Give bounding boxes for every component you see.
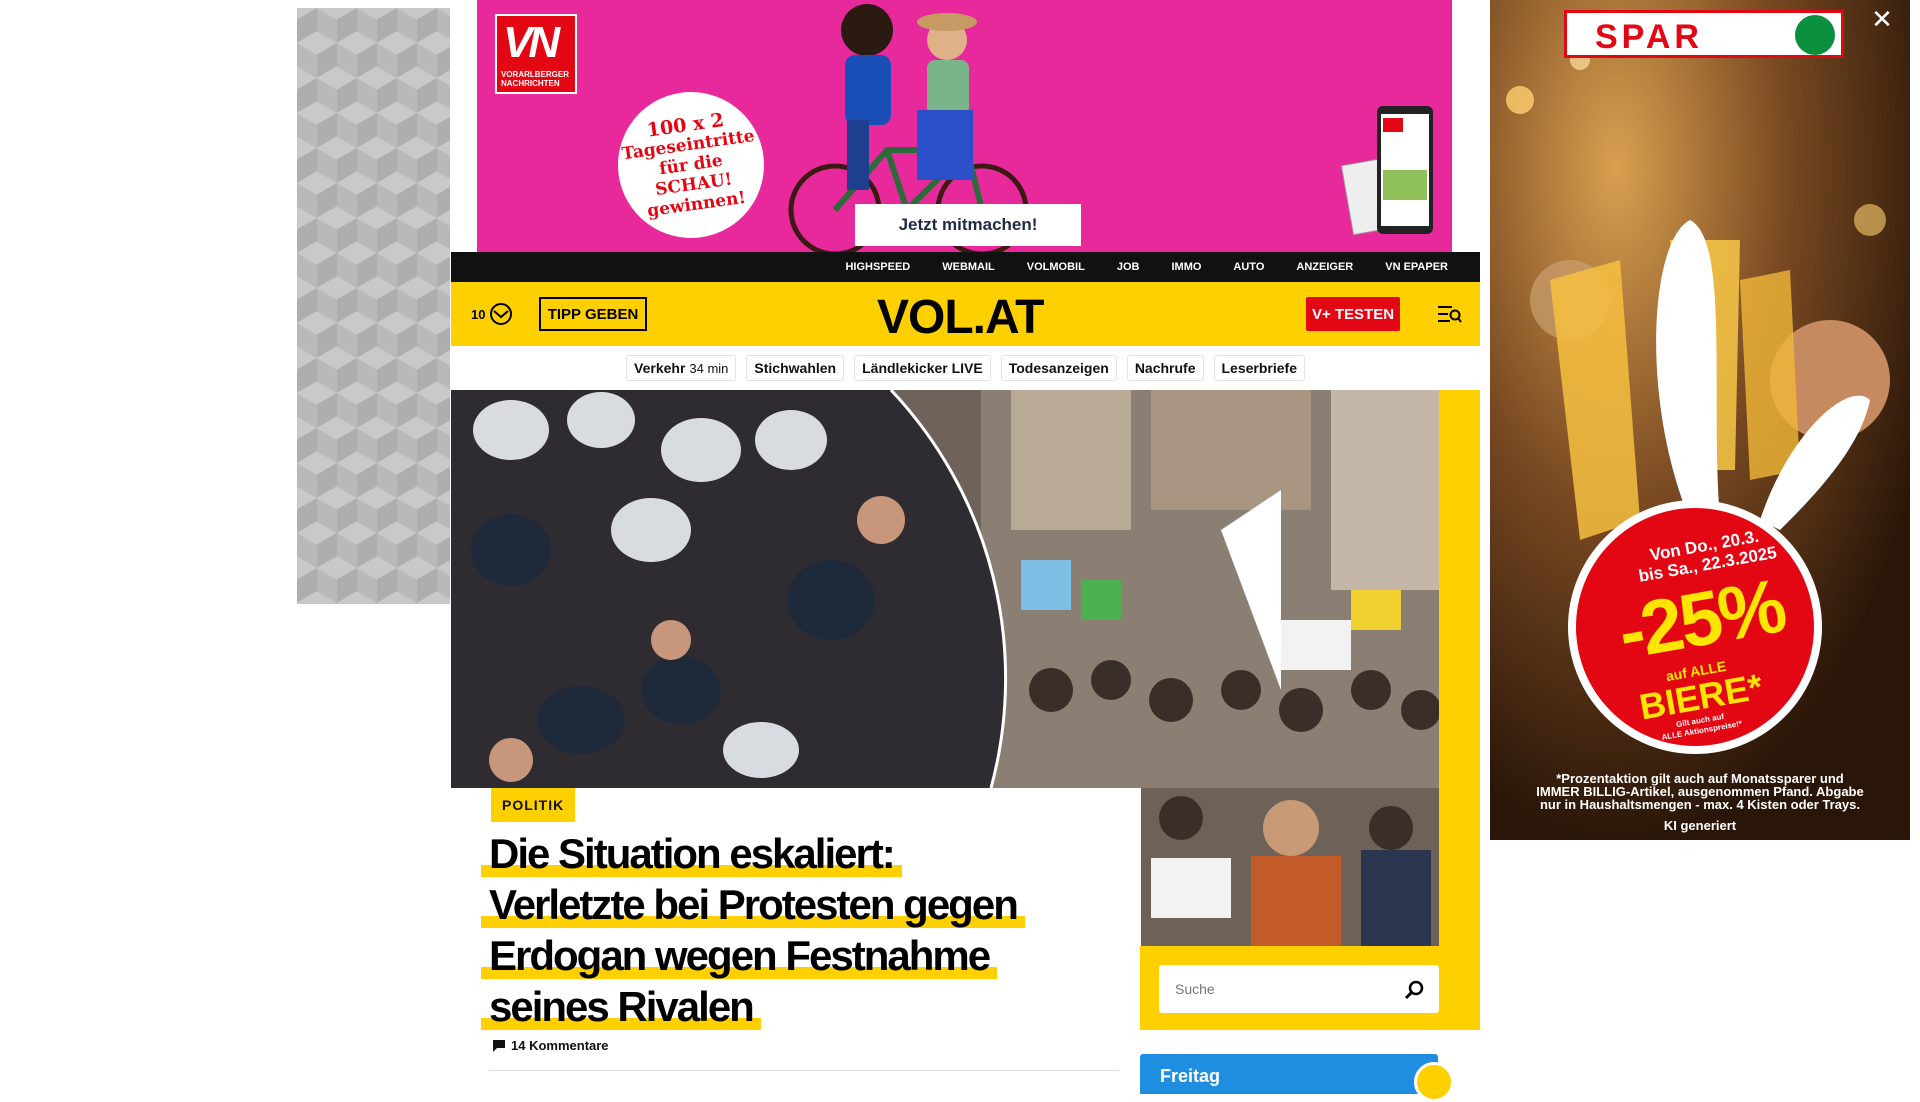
search-input[interactable] <box>1175 965 1395 1013</box>
side-yellow-strip <box>1439 390 1480 1030</box>
cloud-sun-icon <box>490 303 513 325</box>
article-headline[interactable]: Die Situation eskaliert: Verletzte bei P… <box>481 828 1121 1032</box>
weather-widget[interactable]: 10 <box>471 302 513 326</box>
service-nav-volmobil[interactable]: VOLMOBIL <box>1011 261 1101 273</box>
discount-circle: Von Do., 20.3. bis Sa., 22.3.2025 -25% a… <box>1568 500 1822 754</box>
service-nav-anzeiger[interactable]: ANZEIGER <box>1280 261 1369 273</box>
protest-photo-lower <box>1141 788 1439 946</box>
promo-circle: 100 x 2 Tageseintritte für die SCHAU! ge… <box>608 82 774 248</box>
vn-logo: VN VORARLBERGER NACHRICHTEN <box>495 14 577 94</box>
hero-image-continuation <box>1141 788 1439 946</box>
comments-count: 14 Kommentare <box>511 1038 609 1053</box>
vplus-testen-button[interactable]: V+ TESTEN <box>1306 297 1400 331</box>
comments-link[interactable]: 14 Kommentare <box>493 1038 609 1053</box>
left-skin-ad[interactable] <box>297 8 450 604</box>
spar-skyscraper-ad[interactable]: SPAR ✕ Von Do., 20.3. bis Sa., 22.3.2025… <box>1490 0 1910 840</box>
quicklink-todesanzeigen[interactable]: Todesanzeigen <box>1000 355 1117 381</box>
search-menu-icon[interactable] <box>1438 304 1462 324</box>
weather-card[interactable]: Freitag <box>1140 1054 1454 1102</box>
banner-background: VN VORARLBERGER NACHRICHTEN 100 x 2 Tage… <box>477 0 1452 252</box>
headline-line: Erdogan wegen Festnahme <box>481 932 998 979</box>
quicklinks-bar: Verkehr 34 min Stichwahlen Ländlekicker L… <box>451 346 1480 390</box>
service-nav: HIGHSPEED WEBMAIL VOLMOBIL JOB IMMO AUTO… <box>451 252 1480 282</box>
vn-logo-line2: NACHRICHTEN <box>501 79 560 88</box>
ki-generated-note: KI generiert <box>1663 818 1737 833</box>
quicklink-nachrufe[interactable]: Nachrufe <box>1126 355 1204 381</box>
search-box <box>1159 965 1439 1013</box>
quicklink-sub: 34 min <box>689 361 729 376</box>
vn-logo-line1: VORARLBERGER <box>501 70 570 79</box>
service-nav-auto[interactable]: AUTO <box>1217 261 1280 273</box>
quicklink-verkehr[interactable]: Verkehr 34 min <box>626 355 737 381</box>
quicklink-label: Stichwahlen <box>754 360 837 376</box>
service-nav-job[interactable]: JOB <box>1101 261 1156 273</box>
quicklink-label: Verkehr <box>634 360 686 376</box>
divider <box>489 1070 1119 1071</box>
headline-line: seines Rivalen <box>481 983 761 1030</box>
headline-line: Verletzte bei Protesten gegen <box>481 881 1025 928</box>
quicklink-label: Ländlekicker LIVE <box>862 360 983 376</box>
sun-icon <box>1414 1062 1454 1102</box>
search-panel <box>1140 946 1480 1030</box>
comment-icon <box>493 1039 505 1052</box>
lead-article[interactable]: POLITIK Die Situation eskaliert: Verletz… <box>451 788 1140 1080</box>
quicklink-label: Todesanzeigen <box>1008 360 1109 376</box>
tipp-geben-button[interactable]: TIPP GEBEN <box>539 297 647 331</box>
spar-tree-icon <box>1795 15 1835 55</box>
service-nav-webmail[interactable]: WEBMAIL <box>926 261 1011 273</box>
epaper-device-image <box>1340 106 1433 236</box>
search-icon[interactable] <box>1403 979 1425 1001</box>
close-icon[interactable]: ✕ <box>1868 6 1896 34</box>
quicklink-label: Nachrufe <box>1134 360 1196 376</box>
protest-photo <box>451 390 1439 788</box>
hero-image[interactable] <box>451 390 1439 788</box>
quicklink-leserbriefe[interactable]: Leserbriefe <box>1213 355 1305 381</box>
service-nav-immo[interactable]: IMMO <box>1155 261 1217 273</box>
ad-disclaimer: *Prozentaktion gilt auch auf Monatsspare… <box>1510 772 1890 811</box>
disclaimer-line: nur in Haushaltsmengen - max. 4 Kisten o… <box>1539 797 1861 812</box>
weather-temperature: 10 <box>471 306 486 322</box>
quicklink-stichwahlen[interactable]: Stichwahlen <box>746 355 845 381</box>
vn-logo-subtitle: VORARLBERGER NACHRICHTEN <box>501 70 569 88</box>
spar-logo: SPAR <box>1564 10 1844 58</box>
vn-logo-text: VN <box>503 18 560 67</box>
service-nav-highspeed[interactable]: HIGHSPEED <box>829 261 926 273</box>
jetzt-mitmachen-button[interactable]: Jetzt mitmachen! <box>855 204 1081 246</box>
category-badge[interactable]: POLITIK <box>491 788 576 822</box>
top-banner-ad[interactable]: VN VORARLBERGER NACHRICHTEN 100 x 2 Tage… <box>451 0 1480 252</box>
weather-day: Freitag <box>1160 1066 1221 1086</box>
service-nav-vn-epaper[interactable]: VN EPAPER <box>1369 261 1464 273</box>
site-logo[interactable]: VOL.AT <box>877 290 1044 345</box>
quicklink-label: Leserbriefe <box>1221 360 1297 376</box>
spar-logo-text: SPAR <box>1595 18 1703 56</box>
quicklink-laendlekicker[interactable]: Ländlekicker LIVE <box>854 355 991 381</box>
headline-line: Die Situation eskaliert: <box>481 830 902 877</box>
site-header: 10 TIPP GEBEN VOL.AT V+ TESTEN <box>451 282 1480 346</box>
